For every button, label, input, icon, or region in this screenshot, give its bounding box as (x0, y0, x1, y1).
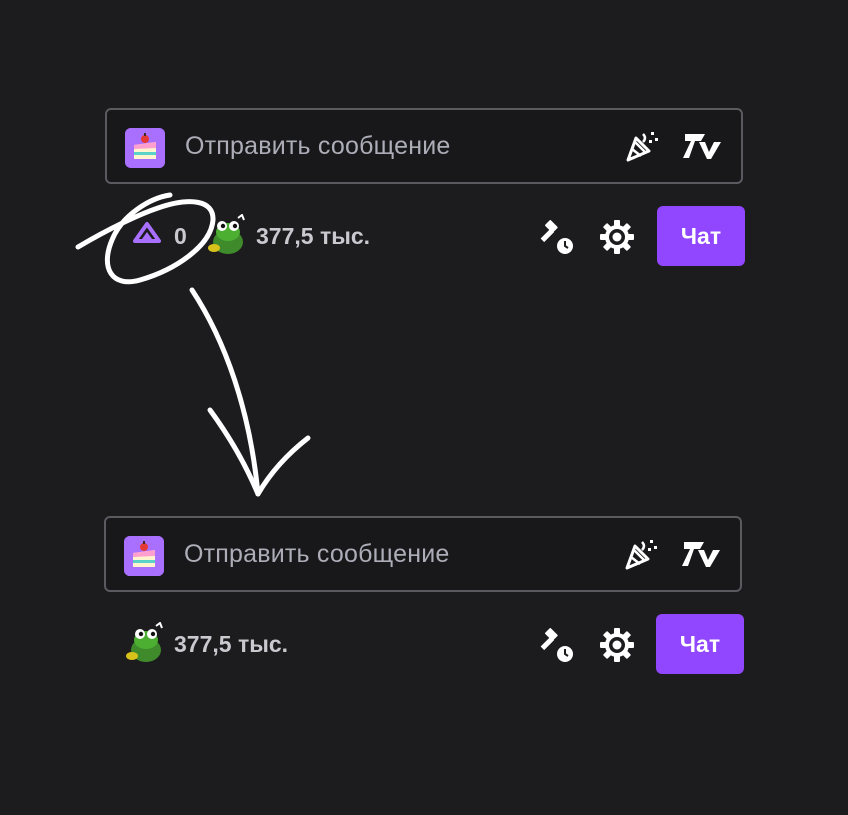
7tv-logo-icon[interactable] (683, 126, 723, 166)
party-popper-icon[interactable] (620, 534, 660, 574)
arrow-head (207, 407, 311, 497)
cake-emote-icon[interactable] (125, 128, 165, 168)
gavel-clock-icon (540, 628, 573, 662)
chat-input-field[interactable]: Отправить сообщение (104, 516, 742, 592)
channel-points-icon (132, 221, 162, 251)
settings-button[interactable] (598, 218, 636, 256)
channel-points-button[interactable]: 0 (132, 216, 187, 256)
gavel-clock-icon (540, 220, 573, 254)
mod-tools-button[interactable] (537, 218, 575, 256)
cake-emote-icon[interactable] (124, 536, 164, 576)
channel-points-count: 0 (174, 222, 187, 249)
chat-send-button[interactable]: Чат (657, 206, 745, 266)
viewers-count-text: 377,5 тыс. (174, 630, 289, 657)
chat-panel-before: Отправить сообщение 0 377,5 тыс. Чат (0, 100, 848, 270)
viewer-count[interactable]: 377,5 тыс. (204, 214, 370, 258)
settings-button[interactable] (598, 626, 636, 664)
gear-icon (600, 628, 634, 662)
chat-bottom-bar: 0 377,5 тыс. Чат (0, 206, 848, 266)
chat-input-field[interactable]: Отправить сообщение (105, 108, 743, 184)
gear-icon (600, 220, 634, 254)
chat-bottom-bar: 377,5 тыс. Чат (0, 614, 848, 674)
viewer-count[interactable]: 377,5 тыс. (122, 622, 288, 666)
arrow-line (189, 287, 261, 497)
message-placeholder: Отправить сообщение (184, 540, 450, 568)
chat-send-button[interactable]: Чат (656, 614, 744, 674)
7tv-logo-icon[interactable] (682, 534, 722, 574)
mod-tools-button[interactable] (537, 626, 575, 664)
message-placeholder: Отправить сообщение (185, 132, 451, 160)
frog-emote-icon (122, 622, 166, 666)
chat-panel-after: Отправить сообщение 377,5 тыс. Чат (0, 508, 848, 678)
party-popper-icon[interactable] (621, 126, 661, 166)
viewers-count-text: 377,5 тыс. (256, 222, 371, 249)
frog-emote-icon (204, 214, 248, 258)
